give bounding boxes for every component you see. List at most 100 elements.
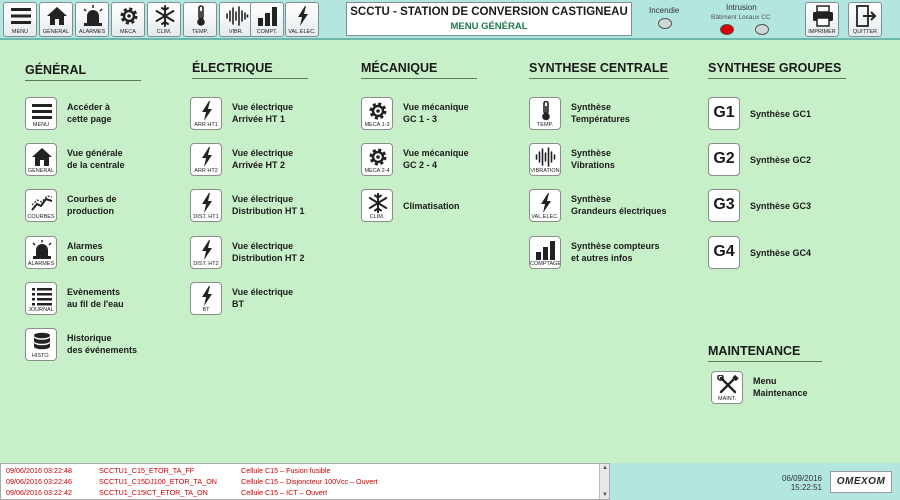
nav-item-synthese-gc3[interactable]: G3 Synthèse GC3 [708, 189, 878, 225]
home-icon [32, 148, 52, 166]
nav-item-synthese-gc4[interactable]: G4 Synthèse GC4 [708, 236, 878, 272]
icon-button: COURBES [25, 189, 57, 222]
home-icon [47, 7, 67, 25]
nav-item-synthese-gc1[interactable]: G1 Synthèse GC1 [708, 97, 878, 133]
nav-item-vue-generale[interactable]: GÉNÉRAL Vue générale de la centrale [25, 143, 195, 179]
icon-caption: TEMP. [536, 122, 554, 128]
group-badge-text: G2 [713, 150, 735, 167]
toolbar-valelec-button[interactable]: VAL.ELEC. [285, 2, 319, 37]
label-line-1: Alarmes [67, 241, 103, 251]
nav-item-synthese-gc2[interactable]: G2 Synthèse GC2 [708, 143, 878, 179]
group-badge-text: G3 [713, 196, 735, 213]
toolbar-meca-button[interactable]: MÉCA [111, 2, 145, 37]
nav-item-label: Synthèse Vibrations [571, 147, 615, 171]
icon-caption: JOURNAL [28, 307, 54, 313]
label-line-1: Synthèse GC3 [750, 201, 812, 211]
nav-item-courbes[interactable]: COURBES Courbes de production [25, 189, 195, 225]
nav-item-label: Vue électrique Distribution HT 1 [232, 193, 305, 217]
event-log-row[interactable]: 09/06/2016 03:22:42 SCCTU1_C15ICT_ETOR_T… [1, 487, 599, 498]
toolbar-button-label: CLIM. [156, 29, 172, 35]
icon-caption: VIBRATION [530, 168, 560, 174]
nav-item-label: Vue électrique Distribution HT 2 [232, 240, 305, 264]
toolbar-clim-button[interactable]: CLIM. [147, 2, 181, 37]
toolbar-button-label: GÉNÉRAL [42, 29, 70, 35]
label-line-1: Synthèse compteurs [571, 241, 660, 251]
toolbar-temp-button[interactable]: TEMP. [183, 2, 217, 37]
title-panel: SCCTU - STATION DE CONVERSION CASTIGNEAU… [346, 2, 632, 36]
icon-caption: COMPTAGE [530, 261, 560, 267]
icon-button: G2 [708, 143, 740, 176]
nav-item-maintenance[interactable]: MAINT. Menu Maintenance [711, 371, 881, 407]
quit-button[interactable]: QUITTER [848, 2, 882, 37]
print-button[interactable]: IMPRIMER [805, 2, 839, 37]
nav-item-label: Synthèse compteurs et autres infos [571, 240, 660, 264]
bar-chart-icon [258, 7, 277, 26]
nav-item-menu[interactable]: MENU Accéder à cette page [25, 97, 195, 133]
icon-caption: CLIM. [369, 214, 385, 220]
section-title-synthese-groupes: SYNTHESE GROUPES [708, 61, 847, 79]
label-line-1: Vue générale [67, 148, 123, 158]
nav-item-synthese-temperatures[interactable]: TEMP. Synthèse Températures [529, 97, 699, 133]
nav-item-arrivee-ht2[interactable]: ARR HT2 Vue électrique Arrivée HT 2 [190, 143, 360, 179]
toolbar-compt-button[interactable]: COMPT. [250, 2, 284, 37]
printer-icon [813, 5, 833, 27]
event-log-row[interactable]: 09/06/2016 03:22:48 SCCTU1_C15_ETOR_TA_F… [1, 465, 599, 476]
nav-item-evenements[interactable]: JOURNAL Evènements au fil de l'eau [25, 282, 195, 318]
nav-item-bt[interactable]: BT Vue électrique BT [190, 282, 360, 318]
toolbar-vibr-button[interactable]: VIBR. [219, 2, 253, 37]
nav-item-meca-1-3[interactable]: MÉCA 1-3 Vue mécanique GC 1 - 3 [361, 97, 531, 133]
lightning-icon [202, 240, 212, 260]
nav-item-label: Accéder à cette page [67, 101, 112, 125]
event-log-scrollbar[interactable]: ▲ ▼ [599, 464, 609, 499]
nav-item-historique[interactable]: HISTO. Historique des événements [25, 328, 195, 364]
icon-button: MÉCA 2-4 [361, 143, 393, 176]
icon-caption: HISTO. [31, 353, 51, 359]
toolbar-button-label: VIBR. [228, 29, 244, 35]
icon-button: MENU [25, 97, 57, 130]
label-line-2: Arrivée HT 2 [232, 160, 286, 170]
nav-item-label: Vue mécanique GC 2 - 4 [403, 147, 469, 171]
section-title-mecanique: MÉCANIQUE [361, 61, 478, 79]
nav-item-synthese-compteurs[interactable]: COMPTAGE Synthèse compteurs et autres in… [529, 236, 699, 272]
nav-item-synthese-grandeurs-electriques[interactable]: VAL.ELEC. Synthèse Grandeurs électriques [529, 189, 699, 225]
scroll-up-icon[interactable]: ▲ [602, 465, 608, 471]
toolbar-button-label: TEMP. [191, 29, 209, 35]
toolbar-button-label: ALARMES [78, 29, 106, 35]
vibration-icon [226, 6, 249, 26]
toolbar-general-button[interactable]: GÉNÉRAL [39, 2, 73, 37]
toolbar-alarmes-button[interactable]: ALARMES [75, 2, 109, 37]
label-line-2: Arrivée HT 1 [232, 114, 286, 124]
scroll-down-icon[interactable]: ▼ [602, 492, 608, 498]
nav-item-meca-2-4[interactable]: MÉCA 2-4 Vue mécanique GC 2 - 4 [361, 143, 531, 179]
nav-item-climatisation[interactable]: CLIM. Climatisation [361, 189, 531, 225]
event-description: Cellule C15 – Disjoncteur 100Vcc – Ouver… [241, 477, 378, 486]
label-line-2: production [67, 206, 114, 216]
toolbar-menu-button[interactable]: MENU [3, 2, 37, 37]
icon-button: VAL.ELEC. [529, 189, 561, 222]
label-line-1: Evènements [67, 287, 121, 297]
nav-item-arrivee-ht1[interactable]: ARR HT1 Vue électrique Arrivée HT 1 [190, 97, 360, 133]
lightning-icon [202, 286, 212, 306]
vibration-icon [535, 147, 556, 167]
icon-caption: MÉCA 2-4 [364, 168, 390, 174]
intrusion-label: Intrusion [726, 3, 757, 12]
label-line-1: Synthèse [571, 148, 612, 158]
status-area: 06/09/2016 15:22:51 OMEXOM [610, 463, 900, 500]
nav-item-synthese-vibrations[interactable]: VIBRATION Synthèse Vibrations [529, 143, 699, 179]
toolbar-button-label: MENU [11, 29, 29, 35]
icon-button: CLIM. [361, 189, 393, 222]
nav-item-distribution-ht2[interactable]: DIST. HT2 Vue électrique Distribution HT… [190, 236, 360, 272]
intrusion-indicator-red [720, 24, 734, 35]
nav-item-distribution-ht1[interactable]: DIST. HT1 Vue électrique Distribution HT… [190, 189, 360, 225]
lightning-icon [202, 147, 212, 167]
event-log-row[interactable]: 09/06/2016 03:22:46 SCCTU1_C15DJ100_ETOR… [1, 476, 599, 487]
event-log-panel[interactable]: 09/06/2016 03:22:48 SCCTU1_C15_ETOR_TA_F… [0, 463, 610, 500]
section-title-maintenance: MAINTENANCE [708, 344, 823, 362]
nav-item-label: Vue électrique BT [232, 286, 293, 310]
nav-item-alarmes[interactable]: ALARMES Alarmes en cours [25, 236, 195, 272]
tools-icon [717, 375, 739, 394]
label-line-1: Vue mécanique [403, 148, 469, 158]
thermometer-icon [542, 101, 550, 121]
event-time: 09/06/2016 03:22:42 [6, 488, 72, 497]
station-title: SCCTU - STATION DE CONVERSION CASTIGNEAU [350, 6, 628, 18]
